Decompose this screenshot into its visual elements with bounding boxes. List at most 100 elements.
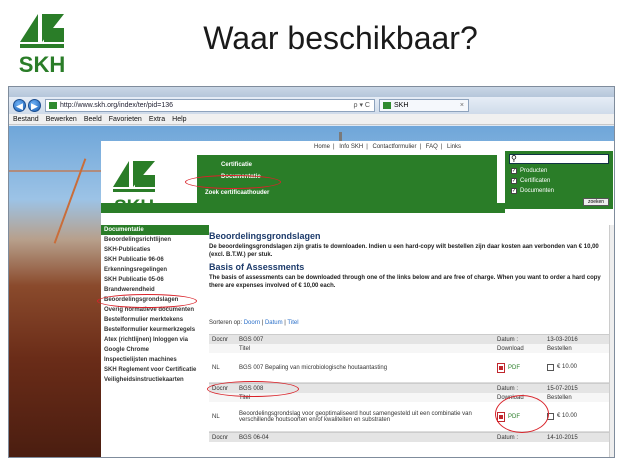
topnav-home[interactable]: Home [314,144,330,150]
sidebar-item-veiligheidsinstructiekaarten[interactable]: Veiligheidsinstructiekaarten [101,375,213,385]
menu-beeld[interactable]: Beeld [84,114,102,124]
date-label: Datum : [497,434,519,441]
sidebar-item-erkenningsregelingen[interactable]: Erkenningsregelingen [101,265,213,275]
skh-website: SKH Home| Info SKH| Contactformulier| FA… [97,141,614,457]
sort-bar: Sorteren op: Doorn | Datum | Titel [209,320,609,326]
forward-icon[interactable]: ▶ [28,99,41,112]
col-order: Bestellen [547,345,572,352]
search-input[interactable]: ⚲ [509,154,609,164]
order-option[interactable]: € 10.00 [547,364,593,371]
browser-window: ◀ ▶ http://www.skh.org/index/ter/pid=136… [8,86,615,458]
menu-help[interactable]: Help [172,114,186,124]
sort-datum[interactable]: Datum [265,320,283,326]
highlight-ellipse-beoordelingsgrondslagen [97,294,197,308]
pdf-label[interactable]: PDF [508,365,520,371]
order-option[interactable]: € 10.00 [547,413,593,420]
filter-documenten-label: Documenten [520,188,555,194]
checkbox-icon[interactable]: ✓ [511,188,517,194]
sidebar-item-skh-publicaties[interactable]: SKH-Publicaties [101,245,213,255]
address-bar[interactable]: http://www.skh.org/index/ter/pid=136 ρ ▾… [45,99,375,112]
language: NL [212,364,220,371]
col-download: Download [497,345,524,352]
sort-titel[interactable]: Titel [287,320,298,326]
menu-bar: Bestand Bewerken Beeld Favorieten Extra … [9,114,614,125]
search-button[interactable]: zoeken [583,198,609,206]
sort-doorn[interactable]: Doorn [244,320,260,326]
menu-bestand[interactable]: Bestand [13,114,39,124]
sidebar-item-reglement[interactable]: SKH Reglement voor Certificatie [101,365,213,375]
filter-producten[interactable]: ✓ Producten [511,168,547,174]
topnav-contact[interactable]: Contactformulier [373,144,417,150]
tab-title: SKH [394,102,409,109]
pdf-icon[interactable] [497,362,505,373]
search-icon: ⚲ [511,154,517,163]
highlight-ellipse-documentatie [185,175,281,189]
vertical-scrollbar[interactable] [609,225,614,457]
address-url: http://www.skh.org/index/ter/pid=136 [60,102,174,109]
page-title-en: Basis of Assessments [209,262,305,272]
table-row: Titel Download Bestellen [209,344,609,353]
back-icon[interactable]: ◀ [13,99,26,112]
sort-separator: | [261,320,264,326]
topnav-links[interactable]: Links [447,144,461,150]
col-order: Bestellen [547,394,572,401]
sidebar-item-bestelformulier-keurmerkzegels[interactable]: Bestelformulier keurmerkzegels [101,325,213,335]
sidebar-item-bestelformulier-merktekens[interactable]: Bestelformulier merktekens [101,315,213,325]
intro-text-en: The basis of assessments can be download… [209,275,601,289]
skh-site-logo[interactable]: SKH [109,157,161,223]
order-price: € 10.00 [557,364,578,370]
browser-tab[interactable]: SKH × [379,99,469,112]
filter-documenten[interactable]: ✓ Documenten [511,188,554,194]
browser-titlebar [9,87,614,97]
col-title: Titel [239,345,251,352]
topnav-faq[interactable]: FAQ [426,144,438,150]
filter-certificaten-label: Certificaten [520,178,551,184]
search-panel: ⚲ ✓ Producten ✓ Certificaten ✓ Documente… [505,151,613,209]
document-title[interactable]: BGS 007 Bepaling van microbiologische ho… [237,365,497,371]
menu-extra[interactable]: Extra [149,114,165,124]
table-row: Docnr BGS 007 Datum : 13-03-2016 [209,334,609,344]
address-row: ◀ ▶ http://www.skh.org/index/ter/pid=136… [9,97,614,114]
highlight-ellipse-pdf [495,395,549,433]
date-label: Datum : [497,385,519,392]
intro-text: De beoordelingsgrondslagen zijn gratis t… [209,244,599,258]
order-price: € 10.00 [557,413,578,419]
docnr-value: BGS 007 [239,336,264,343]
docnr-value: BGS 06-04 [239,434,269,441]
topnav-info[interactable]: Info SKH [339,144,363,150]
docnr-label: Docnr [212,336,229,343]
sidebar-item-inspectielijsten[interactable]: Inspectielijsten machines [101,355,213,365]
checkbox-icon[interactable]: ✓ [511,168,517,174]
main-content: Beoordelingsgrondslagen De beoordelingsg… [209,225,609,457]
sort-separator: | [284,320,286,326]
table-row: NL BGS 007 Bepaling van microbiologische… [209,353,609,383]
sidebar-item-documentatie[interactable]: Documentatie [101,225,213,235]
site-favicon-icon [49,102,57,109]
date-label: Datum : [497,336,519,343]
sidebar-item-publicatie-05-06[interactable]: SKH Publicatie 05-06 [101,275,213,285]
checkbox-icon[interactable]: ✓ [511,178,517,184]
order-checkbox[interactable] [547,364,554,371]
document-title[interactable]: Beoordelingsgrondslag voor geoptimalisee… [237,411,497,423]
table-row: NL Beoordelingsgrondslag voor geoptimali… [209,402,609,432]
address-controls[interactable]: ρ ▾ C [354,100,370,111]
sidebar-item-atex[interactable]: Atex (richtlijnen) Inloggen via [101,335,213,345]
sidebar-item-google-chrome[interactable]: Google Chrome [101,345,213,355]
page-title: Beoordelingsgrondslagen [209,231,321,241]
highlight-ellipse-docnr [207,381,299,397]
nav-certificatie[interactable]: Certificatie [197,159,497,171]
docnr-label: Docnr [212,434,229,441]
date-value: 14-10-2015 [547,434,578,441]
sidebar-item-publicatie-96-06[interactable]: SKH Publicatie 96-06 [101,255,213,265]
language: NL [212,413,220,420]
menu-favorieten[interactable]: Favorieten [109,114,142,124]
tab-close-icon[interactable]: × [460,100,464,111]
date-value: 15-07-2015 [547,385,578,392]
filter-producten-label: Producten [520,168,548,174]
sidebar-item-beoordelingsrichtlijnen[interactable]: Beoordelingsrichtlijnen [101,235,213,245]
filter-certificaten[interactable]: ✓ Certificaten [511,178,550,184]
menu-bewerken[interactable]: Bewerken [46,114,77,124]
sort-label: Sorteren op: [209,320,243,326]
date-value: 13-03-2016 [547,336,578,343]
pdf-download[interactable]: PDF [497,362,547,373]
